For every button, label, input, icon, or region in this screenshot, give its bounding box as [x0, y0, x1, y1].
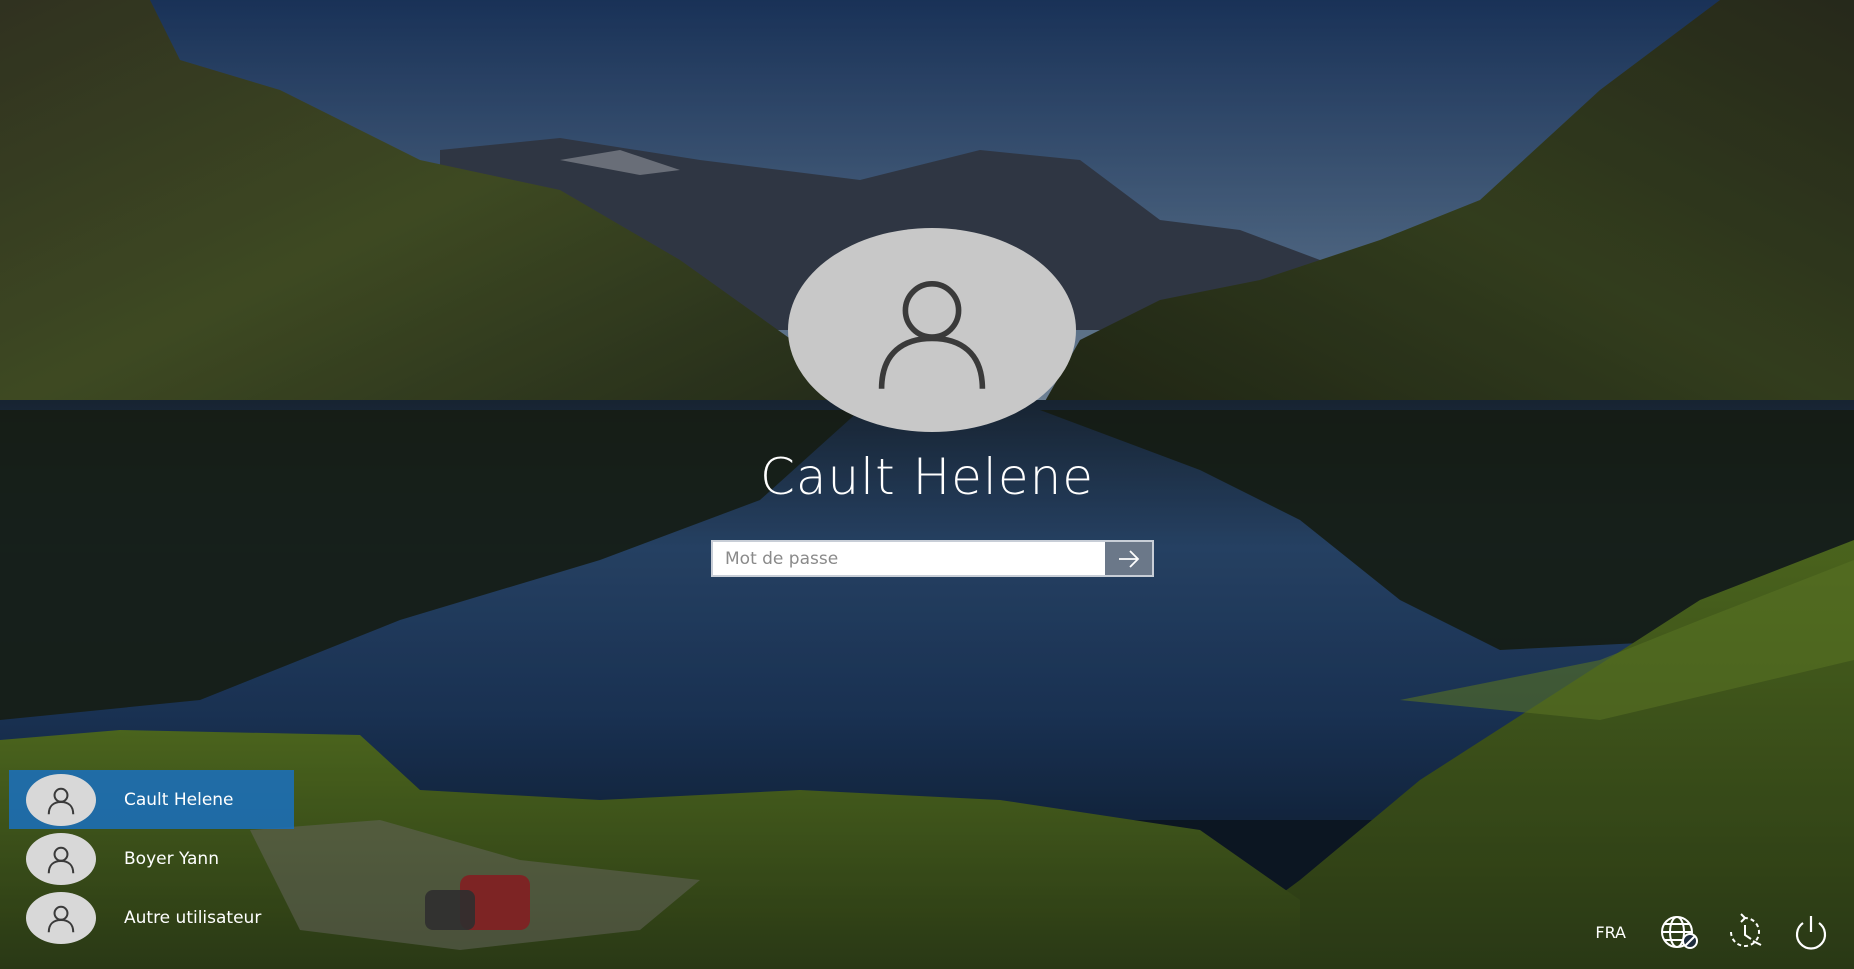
lock-screen: Cault Helene Cault Helene Boyer Yann Aut… [0, 0, 1854, 969]
system-tray: FRA [1595, 910, 1854, 954]
submit-button[interactable] [1105, 542, 1152, 575]
person-icon [47, 905, 75, 932]
power-button[interactable] [1788, 912, 1834, 952]
avatar [26, 773, 96, 826]
password-input[interactable] [713, 542, 1105, 575]
user-item-other-user[interactable]: Autre utilisateur [9, 888, 294, 947]
user-item-boyer-yann[interactable]: Boyer Yann [9, 829, 294, 888]
user-item-label: Boyer Yann [124, 848, 219, 869]
person-icon [47, 787, 75, 814]
accessibility-button[interactable] [1722, 912, 1768, 952]
user-item-label: Autre utilisateur [124, 907, 262, 928]
avatar [26, 891, 96, 944]
person-icon [47, 846, 75, 873]
user-avatar-large [788, 228, 1076, 432]
user-item-cault-helene[interactable]: Cault Helene [9, 770, 294, 829]
user-list: Cault Helene Boyer Yann Autre utilisateu… [9, 770, 294, 947]
network-button[interactable] [1656, 912, 1702, 952]
accessibility-icon [1730, 913, 1762, 947]
user-item-label: Cault Helene [124, 789, 234, 810]
language-indicator[interactable]: FRA [1595, 923, 1626, 942]
arrow-right-icon [1118, 549, 1139, 568]
password-field-group [711, 540, 1154, 577]
user-name: Cault Helene [759, 448, 1095, 506]
network-icon [1661, 916, 1698, 949]
avatar [26, 832, 96, 885]
person-icon [878, 281, 986, 389]
power-icon [1795, 916, 1827, 950]
